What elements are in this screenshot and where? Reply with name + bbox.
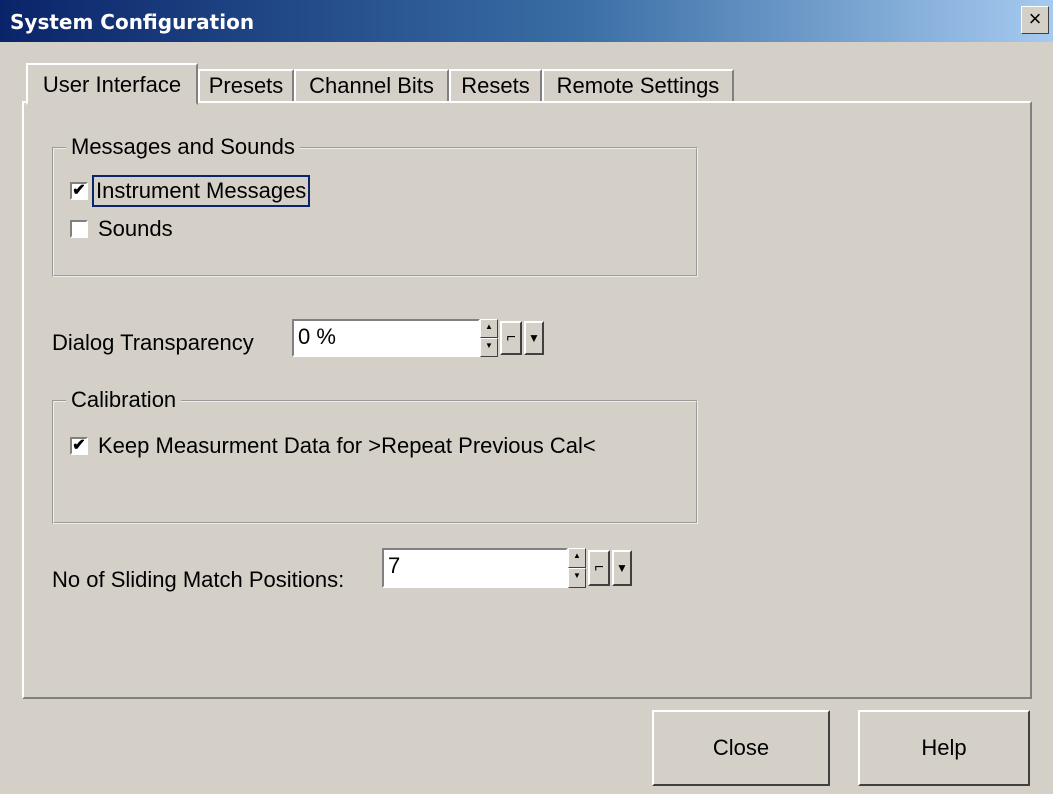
tab-resets[interactable]: Resets	[449, 69, 542, 103]
help-button[interactable]: Help	[858, 710, 1030, 786]
sliding-match-step-icon[interactable]: ⌐	[588, 550, 610, 586]
transparency-dropdown-icon[interactable]: ▼	[524, 321, 544, 355]
sliding-match-spinner[interactable]: ▲ ▼	[568, 548, 586, 588]
spin-down-icon[interactable]: ▼	[568, 568, 586, 588]
transparency-step-icon[interactable]: ⌐	[500, 321, 522, 355]
dialog-transparency-label: Dialog Transparency	[52, 330, 254, 355]
instrument-messages-checkbox[interactable]: ✔	[70, 182, 88, 200]
messages-sounds-title: Messages and Sounds	[66, 133, 300, 161]
spin-up-icon[interactable]: ▲	[568, 548, 586, 568]
window-title: System Configuration	[10, 10, 255, 34]
calibration-group: Calibration	[52, 386, 698, 524]
sounds-checkbox[interactable]	[70, 220, 88, 238]
sliding-match-label: No of Sliding Match Positions:	[52, 567, 345, 592]
keep-measurement-data-label[interactable]: Keep Measurment Data for >Repeat Previou…	[98, 432, 596, 460]
keep-measurement-data-checkbox[interactable]: ✔	[70, 437, 88, 455]
sounds-label[interactable]: Sounds	[98, 215, 173, 243]
close-button[interactable]: Close	[652, 710, 830, 786]
messages-sounds-group: Messages and Sounds	[52, 133, 698, 277]
spin-down-icon[interactable]: ▼	[480, 338, 498, 357]
tab-user-interface[interactable]: User Interface	[26, 63, 198, 105]
tab-panel-user-interface: Messages and Sounds ✔ Instrument Message…	[22, 101, 1032, 699]
tab-channel-bits[interactable]: Channel Bits	[294, 69, 449, 103]
dialog-transparency-input[interactable]: 0 %	[292, 319, 480, 357]
tab-presets[interactable]: Presets	[198, 69, 294, 103]
tab-remote-settings[interactable]: Remote Settings	[542, 69, 734, 103]
calibration-title: Calibration	[66, 386, 182, 414]
instrument-messages-label[interactable]: Instrument Messages	[91, 175, 311, 207]
spin-up-icon[interactable]: ▲	[480, 319, 498, 338]
sliding-match-input[interactable]: 7	[382, 548, 568, 588]
sliding-match-dropdown-icon[interactable]: ▼	[612, 550, 632, 586]
close-window-icon[interactable]: ×	[1021, 6, 1049, 34]
title-bar: System Configuration ×	[0, 0, 1053, 42]
transparency-spinner[interactable]: ▲ ▼	[480, 319, 498, 357]
